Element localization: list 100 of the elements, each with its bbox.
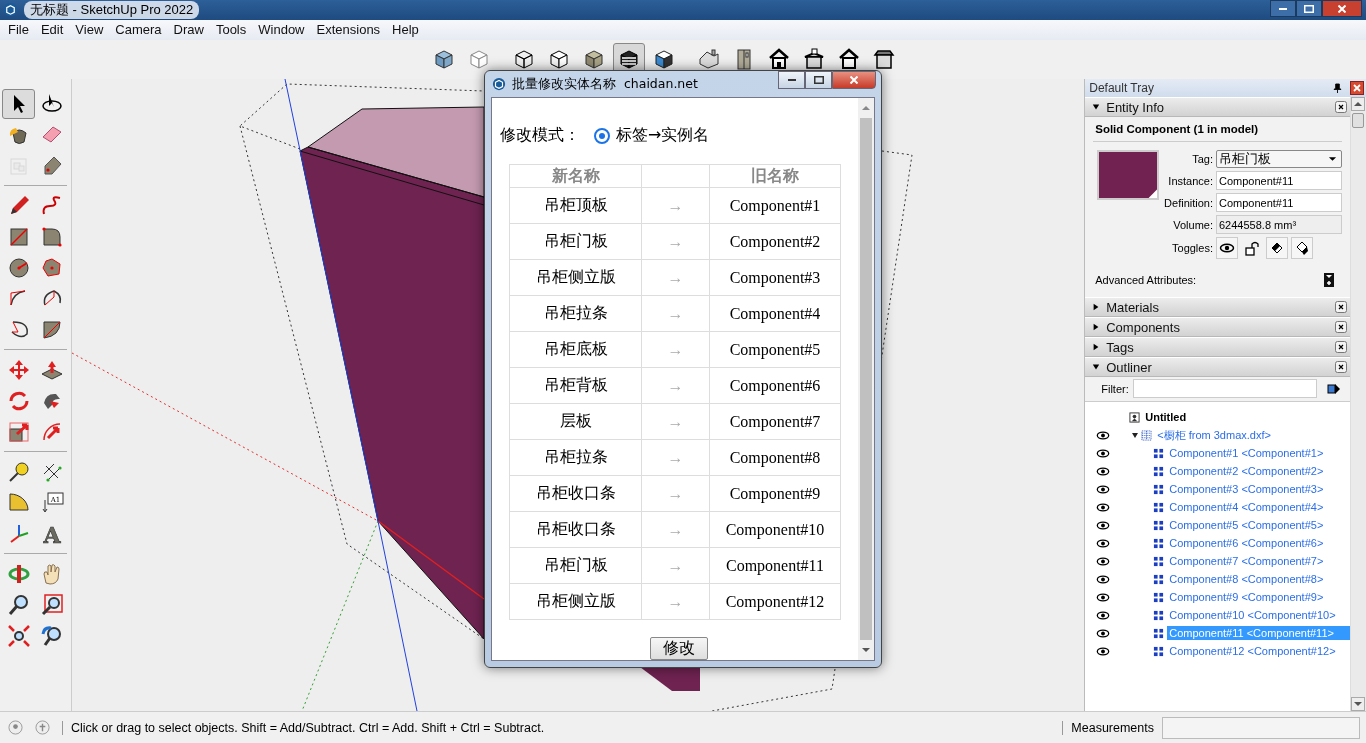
eye-icon[interactable]: [1096, 537, 1111, 549]
table-cell: Component#1: [709, 187, 841, 224]
eye-icon[interactable]: [1096, 519, 1111, 531]
panel-header[interactable]: Components: [1085, 317, 1350, 338]
outliner-item[interactable]: Component#1 <Component#1>: [1167, 446, 1326, 461]
maximize-button[interactable]: [1296, 0, 1322, 18]
menu-item[interactable]: File: [2, 22, 35, 38]
outliner-item[interactable]: Component#10 <Component#10>: [1167, 608, 1338, 623]
menu-item[interactable]: Edit: [34, 22, 70, 38]
component-icon: [1153, 609, 1165, 621]
filter-label: Filter:: [1101, 382, 1129, 395]
scrollbar-thumb[interactable]: [1352, 113, 1364, 129]
receive-shadow-icon[interactable]: [1291, 237, 1313, 260]
menu-item[interactable]: Window: [252, 22, 311, 38]
eye-icon[interactable]: [1096, 555, 1111, 567]
close-icon[interactable]: [1335, 341, 1347, 354]
scrollbar-thumb[interactable]: [860, 118, 872, 640]
panel-header[interactable]: Entity Info: [1085, 97, 1350, 118]
eye-icon[interactable]: [1096, 645, 1111, 657]
column-header: 新名称: [509, 164, 642, 188]
right-triangle-icon: [1092, 303, 1101, 312]
close-button[interactable]: [1322, 0, 1362, 18]
outliner-item[interactable]: Component#7 <Component#7>: [1167, 554, 1326, 569]
close-icon[interactable]: [1335, 301, 1347, 314]
radio-button[interactable]: [594, 127, 610, 144]
eye-icon[interactable]: [1096, 573, 1111, 585]
menu-item[interactable]: Help: [386, 22, 425, 38]
eye-icon[interactable]: [1216, 237, 1238, 260]
apply-button[interactable]: 修改: [650, 637, 708, 660]
minimize-button[interactable]: [1270, 0, 1296, 18]
menu-item[interactable]: Draw: [167, 22, 210, 38]
close-icon: [1338, 4, 1346, 13]
eye-icon[interactable]: [1096, 429, 1111, 441]
filter-field[interactable]: [1132, 379, 1317, 399]
radio-label[interactable]: 标签→实例名: [616, 125, 710, 146]
field-label: Tag:: [1192, 153, 1213, 166]
outliner-item[interactable]: Component#12 <Component#12>: [1167, 644, 1338, 659]
table-cell: Component#4: [709, 295, 841, 332]
table-cell: →: [641, 187, 710, 224]
eye-icon[interactable]: [1096, 483, 1111, 495]
expand-attributes-icon[interactable]: [1324, 273, 1334, 288]
outliner-item[interactable]: Untitled: [1143, 410, 1189, 425]
menu-item[interactable]: Tools: [209, 22, 253, 38]
maximize-button[interactable]: [805, 71, 832, 89]
component-icon: [1153, 519, 1165, 531]
eye-icon[interactable]: [1096, 465, 1111, 477]
grid-icon: [1141, 429, 1153, 441]
tag-dropdown[interactable]: 吊柜门板: [1216, 150, 1342, 169]
outliner-item[interactable]: Component#8 <Component#8>: [1167, 572, 1326, 587]
pin-icon[interactable]: [1333, 82, 1342, 94]
table-cell: →: [641, 547, 710, 584]
outliner-item[interactable]: Component#2 <Component#2>: [1167, 464, 1326, 479]
close-icon[interactable]: [1335, 361, 1347, 374]
down-triangle-icon: [1092, 103, 1101, 112]
field-label: Definition:: [1164, 196, 1213, 209]
table-cell: 吊柜收口条: [509, 511, 642, 548]
component-icon: [1153, 627, 1165, 639]
eye-icon[interactable]: [1096, 591, 1111, 603]
component-icon: [1153, 573, 1165, 585]
maximize-icon: [813, 76, 824, 84]
arrow-icon[interactable]: [1326, 381, 1341, 396]
eye-icon[interactable]: [1096, 447, 1111, 459]
down-triangle-icon[interactable]: [1131, 431, 1140, 440]
panel-header[interactable]: Tags: [1085, 337, 1350, 358]
close-icon[interactable]: [1350, 81, 1364, 96]
outliner-item[interactable]: Component#6 <Component#6>: [1167, 536, 1326, 551]
tray-title: Default Tray: [1089, 81, 1154, 96]
panel-header[interactable]: Outliner: [1085, 357, 1350, 378]
table-cell: Component#12: [709, 583, 841, 620]
outliner-item[interactable]: Component#5 <Component#5>: [1167, 518, 1326, 533]
geolocation-icon[interactable]: [8, 720, 23, 736]
close-icon[interactable]: [1335, 321, 1347, 334]
measurements-field[interactable]: [1162, 716, 1360, 739]
close-button[interactable]: [832, 71, 876, 89]
text-field[interactable]: Component#11: [1216, 193, 1342, 213]
outliner-item[interactable]: <橱柜 from 3dmax.dxf>: [1155, 426, 1273, 444]
cast-shadow-icon[interactable]: [1266, 237, 1288, 260]
minimize-button[interactable]: [778, 71, 805, 89]
eye-icon[interactable]: [1096, 501, 1111, 513]
table-cell: 吊柜门板: [509, 223, 642, 260]
outliner-item[interactable]: Component#4 <Component#4>: [1167, 500, 1326, 515]
close-icon[interactable]: [1335, 101, 1347, 114]
table-cell: →: [641, 295, 710, 332]
material-swatch[interactable]: [1097, 150, 1160, 201]
table-cell: 吊柜收口条: [509, 475, 642, 512]
menu-item[interactable]: View: [69, 22, 110, 38]
text-field[interactable]: Component#11: [1216, 171, 1342, 191]
table-cell: Component#11: [709, 547, 841, 584]
read-only-field[interactable]: 6244558.8 mm³: [1216, 215, 1342, 235]
table-cell: Component#6: [709, 367, 841, 404]
minimize-icon: [1279, 7, 1287, 10]
eye-icon[interactable]: [1096, 627, 1111, 639]
menu-item[interactable]: Camera: [109, 22, 168, 38]
eye-icon[interactable]: [1096, 609, 1111, 621]
menu-item[interactable]: Extensions: [310, 22, 387, 38]
table-cell: →: [641, 403, 710, 440]
credits-icon[interactable]: [35, 720, 50, 736]
outliner-item[interactable]: Component#9 <Component#9>: [1167, 590, 1326, 605]
panel-header[interactable]: Materials: [1085, 297, 1350, 318]
outliner-item[interactable]: Component#3 <Component#3>: [1167, 482, 1326, 497]
